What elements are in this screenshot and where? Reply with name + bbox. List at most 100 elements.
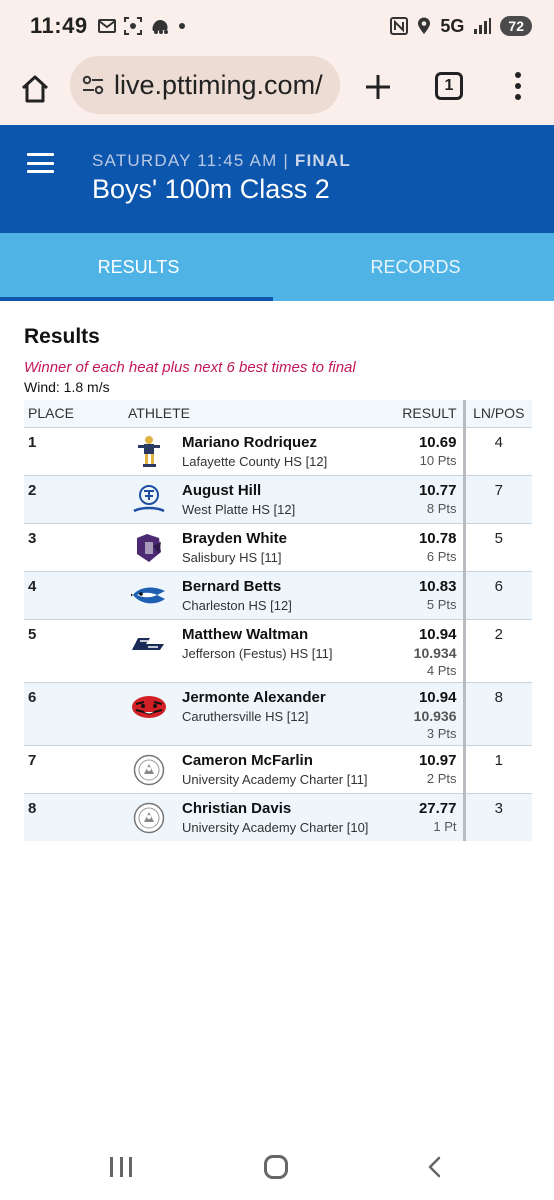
result-points: 8 Pts (426, 500, 457, 516)
lane-cell: 3 (462, 792, 532, 841)
school-logo-cell (124, 474, 178, 523)
result-points: 10 Pts (419, 452, 457, 468)
school-logo-cell (124, 681, 178, 745)
school-logo-cell (124, 522, 178, 571)
athlete-name[interactable]: August Hill (182, 482, 394, 499)
tab-bar: RESULTS RECORDS (0, 233, 554, 301)
athlete-cell: Mariano Rodriquez Lafayette County HS [1… (178, 426, 399, 475)
dot-icon (178, 23, 185, 29)
school-logo-cell (124, 618, 178, 682)
result-points: 2 Pts (426, 770, 457, 786)
university-academy-logo-icon (129, 752, 169, 788)
recent-apps-icon[interactable] (110, 1157, 132, 1177)
place-cell: 4 (24, 570, 124, 619)
lane-cell: 6 (462, 570, 532, 619)
event-time: SATURDAY 11:45 AM | (92, 151, 295, 170)
status-left-icons (97, 17, 186, 35)
athlete-cell: Christian Davis University Academy Chart… (178, 792, 399, 841)
athlete-school: West Platte HS [12] (182, 501, 296, 517)
place-cell: 8 (24, 792, 124, 841)
table-row[interactable]: 1 Mariano Rodriquez Lafayette County HS … (24, 426, 532, 475)
back-icon[interactable] (424, 1156, 446, 1178)
result-time: 10.94 (418, 625, 457, 643)
result-points: 5 Pts (426, 596, 457, 612)
wind-reading: Wind: 1.8 m/s (24, 379, 110, 395)
result-cell: 10.78 6 Pts (398, 522, 464, 571)
site-settings-icon[interactable] (82, 75, 104, 95)
address-bar[interactable]: live.pttiming.com/ (70, 56, 340, 114)
mail-icon (97, 19, 116, 33)
place-cell: 3 (24, 522, 124, 571)
athlete-name[interactable]: Christian Davis (182, 800, 394, 817)
athlete-name[interactable]: Jermonte Alexander (182, 689, 394, 706)
result-cell: 10.83 5 Pts (398, 570, 464, 619)
lane-cell: 7 (462, 474, 532, 523)
tab-results[interactable]: RESULTS (0, 233, 277, 301)
place-cell: 5 (24, 618, 124, 682)
result-precise-time: 10.934 (413, 644, 457, 661)
athlete-school: Caruthersville HS [12] (182, 708, 309, 724)
athlete-name[interactable]: Mariano Rodriquez (182, 434, 394, 451)
athlete-name[interactable]: Bernard Betts (182, 578, 394, 595)
lane-cell: 5 (462, 522, 532, 571)
page-title: Boys' 100m Class 2 (92, 174, 330, 204)
result-time: 10.97 (418, 751, 457, 769)
table-row[interactable]: 8 Christian Davis University Academy Cha… (24, 792, 532, 841)
lane-cell: 1 (462, 744, 532, 793)
result-points: 1 Pt (433, 818, 457, 834)
hamburger-menu-icon[interactable] (27, 153, 54, 173)
school-logo-cell (124, 426, 178, 475)
table-row[interactable]: 7 Cameron McFarlin University Academy Ch… (24, 744, 532, 793)
more-dot-icon (515, 83, 521, 89)
more-dot-icon (515, 94, 521, 100)
table-row[interactable]: 3 Brayden White Salisbury HS [11] 10.78 … (24, 522, 532, 571)
athlete-cell: August Hill West Platte HS [12] (178, 474, 399, 523)
charleston-logo-icon (129, 578, 169, 614)
table-row[interactable]: 4 Bernard Betts Charleston HS [12] 10.83… (24, 570, 532, 619)
plus-icon (366, 75, 390, 99)
table-header-row: PLACE ATHLETE RESULT LN/POS (24, 400, 532, 427)
home-icon (21, 75, 49, 102)
result-cell: 27.77 1 Pt (398, 792, 464, 841)
table-row[interactable]: 5 Matthew Waltman Jefferson (Festus) HS … (24, 618, 532, 682)
lane-cell: 8 (462, 681, 532, 745)
column-header-athlete: ATHLETE (124, 400, 399, 427)
results-heading: Results (24, 325, 100, 348)
result-time: 10.83 (418, 577, 457, 595)
status-time: 11:49 (30, 13, 88, 38)
location-icon (418, 17, 431, 34)
browser-menu-button[interactable] (510, 68, 526, 104)
status-right-icons: 5G 72 (390, 16, 532, 37)
table-row[interactable]: 6 Jermonte Alexander Caruthersville HS [… (24, 681, 532, 745)
new-tab-button[interactable] (360, 64, 396, 110)
salisbury-logo-icon (129, 530, 169, 566)
athlete-school: Charleston HS [12] (182, 597, 292, 613)
home-button[interactable] (0, 52, 70, 125)
result-time: 10.69 (418, 433, 457, 451)
university-academy-logo-icon (129, 800, 169, 836)
table-row[interactable]: 2 August Hill West Platte HS [12] 10.77 … (24, 474, 532, 523)
column-header-result: RESULT (398, 400, 464, 427)
result-cell: 10.69 10 Pts (398, 426, 464, 475)
result-cell: 10.94 10.934 4 Pts (398, 618, 464, 682)
lafayette-logo-icon (129, 434, 169, 470)
result-cell: 10.97 2 Pts (398, 744, 464, 793)
athlete-cell: Cameron McFarlin University Academy Char… (178, 744, 399, 793)
place-cell: 2 (24, 474, 124, 523)
app-header: SATURDAY 11:45 AM | FINAL Boys' 100m Cla… (0, 125, 554, 233)
athlete-name[interactable]: Matthew Waltman (182, 626, 394, 643)
more-dot-icon (515, 72, 521, 78)
result-precise-time: 10.936 (413, 707, 457, 724)
tab-records[interactable]: RECORDS (277, 233, 554, 301)
result-time: 10.94 (418, 688, 457, 706)
tab-switcher-button[interactable]: 1 (435, 72, 463, 100)
school-logo-cell (124, 570, 178, 619)
place-cell: 7 (24, 744, 124, 793)
result-points: 3 Pts (426, 725, 457, 741)
athlete-name[interactable]: Brayden White (182, 530, 394, 547)
column-header-lane: LN/POS (462, 400, 532, 427)
athlete-cell: Brayden White Salisbury HS [11] (178, 522, 399, 571)
athlete-name[interactable]: Cameron McFarlin (182, 752, 394, 769)
status-bar: 11:49 5G 72 (0, 0, 554, 52)
home-nav-icon[interactable] (264, 1155, 288, 1179)
